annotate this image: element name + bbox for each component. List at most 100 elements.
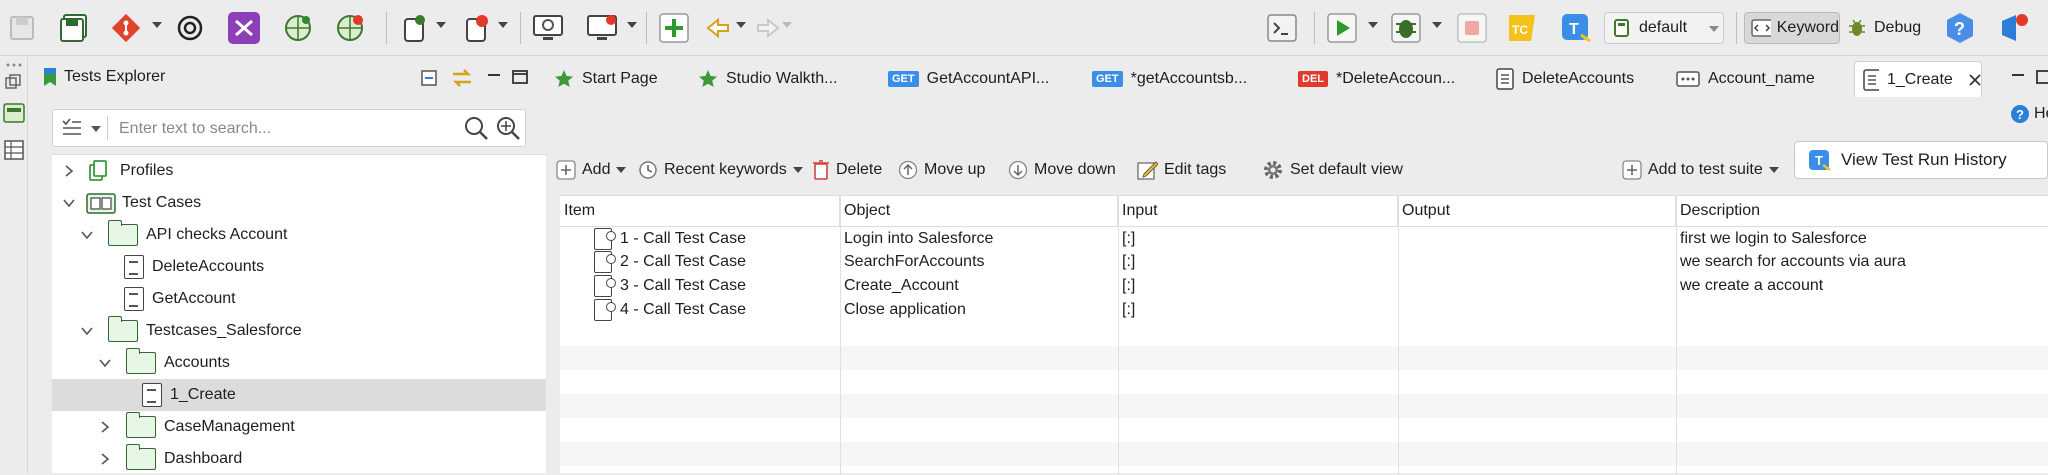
chevron-down-icon[interactable] bbox=[627, 22, 637, 28]
keyword-view-button[interactable]: Keyword bbox=[1744, 12, 1840, 44]
column-header-item[interactable]: Item bbox=[560, 196, 840, 226]
search-input[interactable] bbox=[119, 118, 449, 140]
input-cell[interactable]: [:] bbox=[1122, 250, 1392, 274]
tree-item-getaccount[interactable]: GetAccount bbox=[52, 283, 559, 315]
table-row[interactable]: 4 - Call Test Case Close application [:] bbox=[560, 298, 2048, 322]
object-cell[interactable]: Close application bbox=[844, 298, 1114, 322]
chevron-down-icon[interactable] bbox=[62, 196, 76, 210]
chevron-right-icon[interactable] bbox=[62, 164, 76, 178]
object-cell[interactable]: Create_Account bbox=[844, 274, 1114, 298]
chevron-down-icon[interactable] bbox=[1432, 22, 1442, 28]
back-icon[interactable] bbox=[700, 10, 736, 46]
output-cell[interactable] bbox=[1402, 274, 1672, 298]
self-healing-icon[interactable] bbox=[226, 10, 262, 46]
column-header-output[interactable]: Output bbox=[1398, 196, 1676, 226]
minimize-icon[interactable] bbox=[2008, 67, 2028, 87]
desktop-spy-icon[interactable] bbox=[530, 10, 566, 46]
help-icon[interactable]: ? bbox=[1942, 10, 1978, 46]
view-test-run-history-button[interactable]: T View Test Run History bbox=[1794, 141, 2048, 179]
tree-item-profiles[interactable]: Profiles bbox=[52, 155, 559, 187]
input-cell[interactable]: [:] bbox=[1122, 274, 1392, 298]
column-header-description[interactable]: Description bbox=[1676, 196, 2048, 226]
input-cell[interactable]: [:] bbox=[1122, 227, 1392, 251]
tree-item-dashboard[interactable]: Dashboard bbox=[52, 443, 559, 475]
notification-icon[interactable] bbox=[1996, 10, 2032, 46]
chevron-down-icon[interactable] bbox=[436, 22, 446, 28]
item-cell[interactable]: 1 - Call Test Case bbox=[594, 227, 834, 251]
tree-item-test-cases[interactable]: Test Cases bbox=[52, 187, 559, 219]
mobile-spy-icon[interactable] bbox=[396, 10, 432, 46]
stop-icon[interactable] bbox=[1454, 10, 1490, 46]
table-row[interactable]: 3 - Call Test Case Create_Account [:] we… bbox=[560, 274, 2048, 298]
add-to-test-suite-button[interactable]: Add to test suite bbox=[1622, 155, 1779, 185]
debug-run-icon[interactable] bbox=[1388, 10, 1424, 46]
tab-deleteaccounts[interactable]: DeleteAccounts bbox=[1488, 61, 1658, 97]
chevron-down-icon[interactable] bbox=[80, 324, 94, 338]
chevron-right-icon[interactable] bbox=[98, 452, 112, 466]
openai-icon[interactable] bbox=[172, 10, 208, 46]
table-icon[interactable] bbox=[3, 139, 25, 161]
testcloud-icon[interactable]: TC bbox=[1504, 10, 1540, 46]
forward-icon[interactable] bbox=[750, 10, 786, 46]
git-icon[interactable] bbox=[108, 10, 144, 46]
move-up-button[interactable]: Move up bbox=[898, 155, 985, 185]
delete-button[interactable]: Delete bbox=[812, 155, 882, 185]
tree-item-1-create[interactable]: 1_Create bbox=[52, 379, 559, 411]
chevron-down-icon[interactable] bbox=[152, 22, 162, 28]
move-down-button[interactable]: Move down bbox=[1008, 155, 1116, 185]
tab-account-name[interactable]: Account_name bbox=[1668, 61, 1838, 97]
filter-list-icon[interactable] bbox=[61, 117, 83, 139]
chevron-down-icon[interactable] bbox=[498, 22, 508, 28]
description-cell[interactable]: first we login to Salesforce bbox=[1680, 227, 2046, 251]
tab-deleteaccoun[interactable]: DEL *DeleteAccoun... bbox=[1290, 61, 1478, 97]
maximize-icon[interactable] bbox=[510, 67, 530, 87]
tree-item-api-checks-account[interactable]: API checks Account bbox=[52, 219, 559, 251]
chevron-down-icon[interactable] bbox=[80, 228, 94, 242]
execution-profile-select[interactable]: default bbox=[1604, 12, 1724, 44]
item-cell[interactable]: 3 - Call Test Case bbox=[594, 274, 834, 298]
description-cell[interactable] bbox=[1680, 298, 2046, 322]
terminal-icon[interactable] bbox=[1264, 10, 1300, 46]
object-cell[interactable]: SearchForAccounts bbox=[844, 250, 1114, 274]
chevron-down-icon[interactable] bbox=[98, 356, 112, 370]
maximize-icon[interactable] bbox=[2034, 67, 2048, 87]
chevron-right-icon[interactable] bbox=[98, 420, 112, 434]
tab-1-create[interactable]: 1_Create bbox=[1854, 61, 1982, 97]
add-icon[interactable] bbox=[656, 10, 692, 46]
mobile-record-icon[interactable] bbox=[458, 10, 494, 46]
input-cell[interactable]: [:] bbox=[1122, 298, 1392, 322]
web-record-icon[interactable] bbox=[332, 10, 368, 46]
minimize-icon[interactable] bbox=[484, 67, 504, 87]
restore-icon[interactable] bbox=[4, 73, 24, 93]
output-cell[interactable] bbox=[1402, 298, 1672, 322]
chevron-down-icon[interactable] bbox=[736, 22, 746, 28]
testops-icon[interactable]: T bbox=[1558, 10, 1594, 46]
table-row[interactable]: 2 - Call Test Case SearchForAccounts [:]… bbox=[560, 250, 2048, 274]
tree-item-testcases-salesforce[interactable]: Testcases_Salesforce bbox=[52, 315, 559, 347]
tests-explorer-mini-icon[interactable] bbox=[2, 101, 26, 125]
tab-studio-walkthrough[interactable]: Studio Walkth... bbox=[690, 61, 860, 97]
debug-perspective-button[interactable]: Debug bbox=[1846, 12, 1926, 44]
chevron-down-icon[interactable] bbox=[1368, 22, 1378, 28]
table-row[interactable]: 1 - Call Test Case Login into Salesforce… bbox=[560, 226, 2048, 250]
save-all-icon[interactable] bbox=[56, 10, 92, 46]
tree-item-deleteaccounts[interactable]: DeleteAccounts bbox=[52, 251, 559, 283]
desktop-record-icon[interactable] bbox=[584, 10, 620, 46]
item-cell[interactable]: 4 - Call Test Case bbox=[594, 298, 834, 322]
tab-getaccountapi[interactable]: GET GetAccountAPI... bbox=[880, 61, 1064, 97]
close-icon[interactable] bbox=[1967, 72, 1981, 88]
tab-getaccountsb[interactable]: GET *getAccountsb... bbox=[1084, 61, 1270, 97]
search-icon[interactable] bbox=[463, 115, 489, 141]
add-button[interactable]: Add bbox=[556, 155, 627, 185]
column-header-object[interactable]: Object bbox=[840, 196, 1118, 226]
description-cell[interactable]: we create a account bbox=[1680, 274, 2046, 298]
tree-item-casemanagement[interactable]: CaseManagement bbox=[52, 411, 559, 443]
edit-tags-button[interactable]: Edit tags bbox=[1136, 155, 1226, 185]
tests-explorer-tab[interactable]: Tests Explorer bbox=[42, 61, 212, 93]
link-with-editor-icon[interactable] bbox=[450, 67, 474, 89]
object-cell[interactable]: Login into Salesforce bbox=[844, 227, 1114, 251]
tab-start-page[interactable]: Start Page bbox=[546, 61, 686, 97]
chevron-down-icon[interactable] bbox=[91, 126, 101, 132]
advanced-search-icon[interactable] bbox=[495, 115, 521, 141]
column-header-input[interactable]: Input bbox=[1118, 196, 1398, 226]
